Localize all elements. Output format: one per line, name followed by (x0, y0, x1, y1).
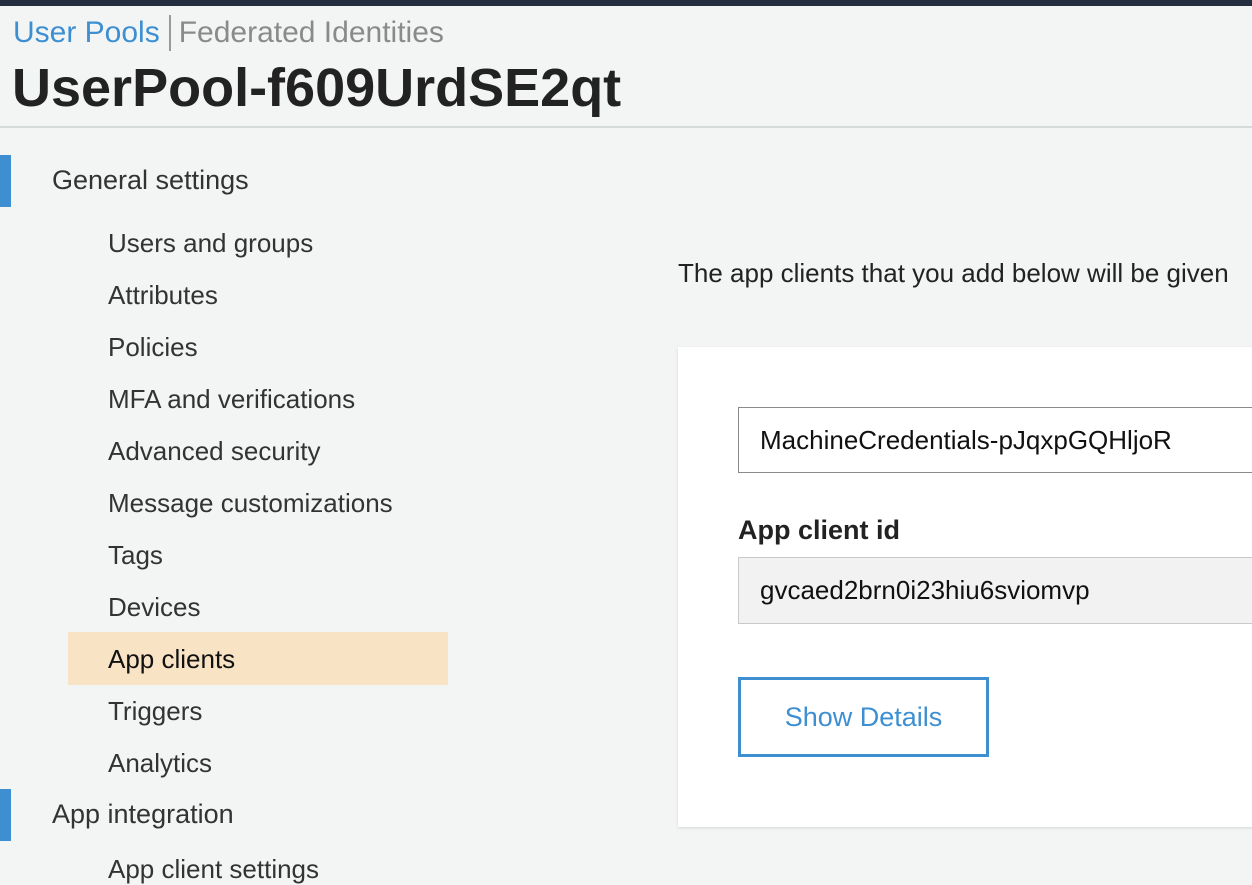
tab-user-pools[interactable]: User Pools (13, 16, 160, 49)
sidebar-item-users-and-groups[interactable]: Users and groups (108, 227, 313, 259)
sidebar-section-app-integration[interactable]: App integration (52, 798, 234, 830)
sidebar-item-app-client-settings[interactable]: App client settings (108, 853, 319, 885)
sidebar-item-devices[interactable]: Devices (108, 591, 200, 623)
tab-divider (168, 15, 171, 51)
intro-text: The app clients that you add below will … (678, 258, 1229, 288)
app-client-name-field[interactable]: MachineCredentials-pJqxpGQHljoR (738, 407, 1252, 473)
page-title: UserPool-f609UrdSE2qt (12, 58, 622, 118)
page-header: User Pools Federated Identities UserPool-… (0, 6, 1252, 128)
app-client-card: MachineCredentials-pJqxpGQHljoR App clie… (678, 347, 1252, 827)
section-marker-app-integration (0, 789, 11, 841)
sidebar-item-message-customizations[interactable]: Message customizations (108, 487, 393, 519)
tab-federated-identities[interactable]: Federated Identities (179, 16, 444, 49)
sidebar-item-analytics[interactable]: Analytics (108, 747, 212, 779)
sidebar-item-attributes[interactable]: Attributes (108, 279, 218, 311)
show-details-button[interactable]: Show Details (738, 677, 989, 757)
service-tabs: User Pools Federated Identities (13, 15, 444, 51)
sidebar-item-triggers[interactable]: Triggers (108, 695, 202, 727)
sidebar-item-mfa-and-verifications[interactable]: MFA and verifications (108, 383, 355, 415)
sidebar-item-policies[interactable]: Policies (108, 331, 198, 363)
sidebar-item-tags[interactable]: Tags (108, 539, 163, 571)
sidebar-item-app-clients[interactable]: App clients (108, 643, 235, 675)
app-client-id-label: App client id (738, 515, 900, 545)
section-marker-general (0, 155, 11, 207)
sidebar-section-general-settings[interactable]: General settings (52, 164, 249, 196)
sidebar-item-advanced-security[interactable]: Advanced security (108, 435, 320, 467)
app-client-id-value: gvcaed2brn0i23hiu6sviomvp (738, 557, 1252, 624)
